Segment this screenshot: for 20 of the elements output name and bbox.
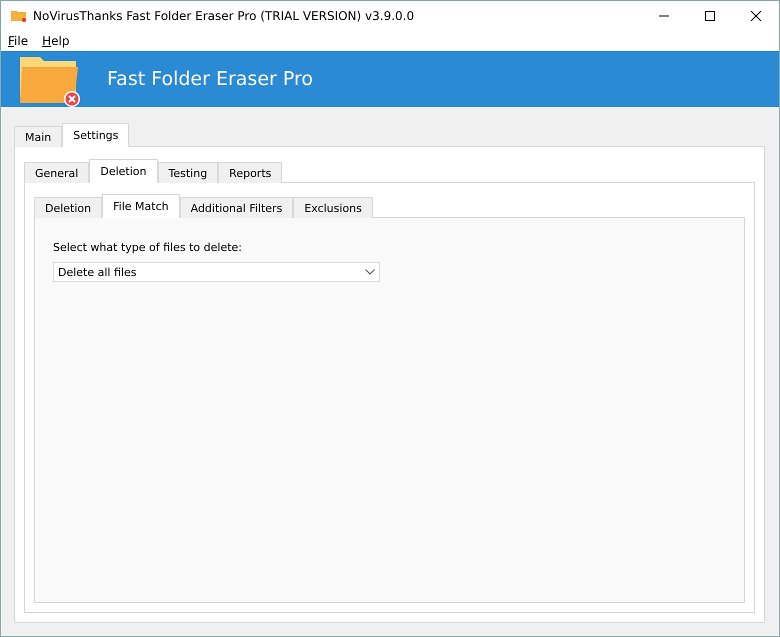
app-title: Fast Folder Eraser Pro <box>107 68 314 90</box>
tab[interactable]: Testing <box>158 162 218 183</box>
tab[interactable]: Settings <box>62 123 130 147</box>
tab[interactable]: Deletion <box>89 159 158 183</box>
tab[interactable]: File Match <box>102 194 180 218</box>
menu-item[interactable]: File <box>8 34 28 48</box>
window-title: NoVirusThanks Fast Folder Eraser Pro (TRIAL VERSION) v3.9.0.0 <box>33 9 416 23</box>
tab[interactable]: Deletion <box>34 197 102 218</box>
chevron-down-icon <box>365 269 375 275</box>
tab[interactable]: Additional Filters <box>180 197 294 218</box>
tab[interactable]: Exclusions <box>293 197 373 218</box>
file-type-dropdown[interactable]: Delete all files <box>53 262 380 282</box>
tab[interactable]: General <box>24 162 90 183</box>
close-icon <box>751 11 761 21</box>
tab[interactable]: Reports <box>218 162 282 183</box>
field-label: Select what type of files to delete: <box>53 241 243 254</box>
menu-item[interactable]: Help <box>42 34 70 48</box>
folder-icon <box>11 10 27 22</box>
maximize-icon <box>705 11 715 21</box>
tab[interactable]: Main <box>14 126 62 147</box>
